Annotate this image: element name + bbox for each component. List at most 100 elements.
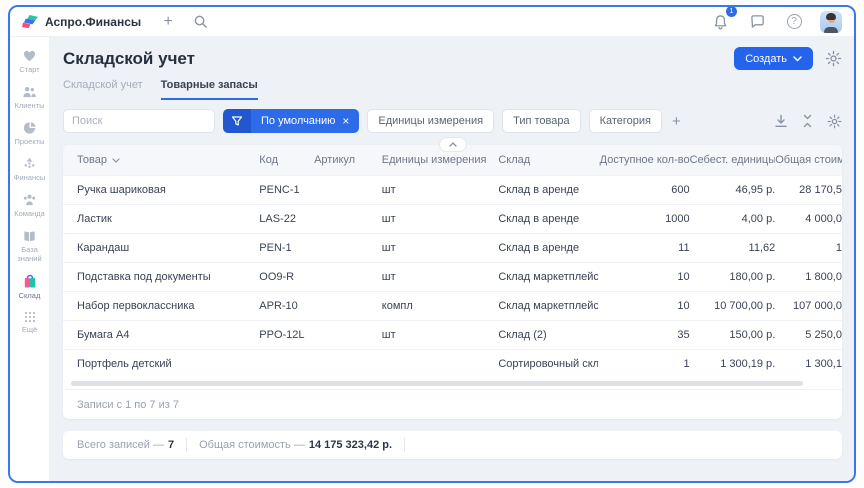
sidebar: Старт Клиенты Проекты [10, 37, 50, 481]
download-icon [774, 114, 788, 128]
column-header-article[interactable]: Артикул [314, 154, 382, 166]
collapse-rows-button[interactable] [801, 114, 814, 128]
total-records-label: Всего записей — [77, 439, 164, 451]
total-records-value: 7 [168, 439, 174, 451]
cell-unit-cost: 1 300,19 р. [690, 358, 776, 370]
cell-warehouse: Склад в аренде [498, 213, 598, 225]
sidebar-item-clients[interactable]: Клиенты [10, 85, 50, 110]
create-button[interactable]: Создать [734, 47, 813, 70]
app-logo[interactable]: Аспро.Финансы [22, 14, 141, 29]
cell-product: Ручка шариковая [63, 184, 259, 196]
sidebar-item-finance[interactable]: Финансы [10, 157, 50, 182]
table-row[interactable]: Набор первоклассника APR-10 компл Склад … [63, 291, 842, 320]
column-header-product[interactable]: Товар [63, 154, 259, 166]
cell-total: 4 000,0 [775, 213, 842, 225]
cell-qty: 1 [598, 358, 690, 370]
app-name: Аспро.Финансы [45, 15, 141, 29]
collapse-vertical-icon [801, 114, 814, 128]
messages-button[interactable] [746, 11, 768, 33]
user-avatar[interactable] [820, 11, 842, 33]
cell-qty: 10 [598, 300, 690, 312]
tab-inventory[interactable]: Товарные запасы [161, 79, 258, 100]
clients-icon [22, 85, 37, 99]
avatar-body [824, 27, 838, 33]
chevron-down-icon [793, 56, 802, 62]
help-button[interactable]: ? [783, 11, 805, 33]
cell-total: 1 300,1 [775, 358, 842, 370]
table-row[interactable]: Бумага А4 PPO-12L шт Склад (2) 35 150,00… [63, 320, 842, 349]
cell-unit-cost: 180,00 р. [690, 271, 776, 283]
help-icon: ? [787, 14, 802, 29]
cell-warehouse: Сортировочный скла [498, 358, 598, 370]
avatar-hair [826, 13, 836, 20]
column-header-unit-cost[interactable]: Себест. единицы [690, 154, 776, 166]
page-title: Складской учет [63, 49, 195, 69]
sidebar-item-label: Команда [14, 209, 45, 218]
add-button[interactable]: + [157, 11, 179, 33]
sidebar-item-team[interactable]: Команда [10, 193, 50, 218]
cell-unit-cost: 11,62 [690, 242, 776, 254]
column-header-available-qty[interactable]: Доступное кол-во [598, 154, 690, 166]
search-button[interactable] [189, 11, 211, 33]
notifications-button[interactable]: 1 [709, 11, 731, 33]
cell-code: PENC-1 [259, 184, 314, 196]
table-row[interactable]: Портфель детский Сортировочный скла 1 1 … [63, 349, 842, 378]
sidebar-item-label: Склад [19, 291, 41, 300]
filter-chip-close-icon[interactable]: × [342, 115, 349, 127]
aspro-logo-icon [22, 14, 39, 29]
default-filter-chip[interactable]: По умолчанию × [223, 109, 359, 133]
gear-icon [825, 50, 842, 67]
horizontal-scrollbar-thumb[interactable] [71, 381, 803, 386]
cell-unit: компл [382, 300, 499, 312]
filter-toolbar: По умолчанию × Единицы измерения Тип тов… [63, 109, 842, 133]
cell-warehouse: Склад маркетплейса [498, 271, 598, 283]
filter-category-button[interactable]: Категория [589, 109, 662, 133]
cell-code: PEN-1 [259, 242, 314, 254]
funnel-icon [231, 115, 243, 127]
filter-chip-label: По умолчанию [261, 115, 335, 127]
gear-icon [827, 114, 842, 129]
collapse-table-button[interactable] [439, 137, 467, 152]
plus-icon: + [163, 14, 172, 30]
cell-code: PPO-12L [259, 329, 314, 341]
sidebar-item-warehouse[interactable]: Склад [10, 274, 50, 300]
cell-unit: шт [382, 213, 499, 225]
bell-icon [713, 14, 728, 30]
sidebar-item-more[interactable]: Ещё [10, 311, 50, 334]
column-header-units[interactable]: Единицы измерения [382, 154, 499, 166]
app-window: Аспро.Финансы + 1 [8, 5, 856, 483]
column-header-code[interactable]: Код [259, 154, 314, 166]
cell-product: Бумага А4 [63, 329, 259, 341]
export-button[interactable] [774, 114, 788, 128]
sidebar-item-label: Клиенты [14, 101, 44, 110]
notification-badge: 1 [726, 6, 737, 17]
search-input[interactable] [63, 109, 215, 133]
add-filter-button[interactable]: + [670, 113, 683, 130]
warehouse-icon [22, 274, 38, 289]
cell-warehouse: Склад (2) [498, 329, 598, 341]
table-settings-button[interactable] [827, 114, 842, 129]
topbar: Аспро.Финансы + 1 [10, 7, 854, 37]
cell-unit-cost: 4,00 р. [690, 213, 776, 225]
sidebar-item-knowledge-base[interactable]: База знаний [10, 229, 50, 263]
page-settings-button[interactable] [825, 50, 842, 67]
table-row[interactable]: Ластик LAS-22 шт Склад в аренде 1000 4,0… [63, 204, 842, 233]
tab-warehouse-accounting[interactable]: Складской учет [63, 79, 143, 100]
cell-warehouse: Склад в аренде [498, 184, 598, 196]
knowledge-base-icon [22, 229, 37, 243]
sidebar-item-projects[interactable]: Проекты [10, 121, 50, 146]
chevron-up-icon [449, 142, 457, 147]
cell-product: Карандаш [63, 242, 259, 254]
column-header-total-cost[interactable]: Общая стоимость [775, 154, 842, 166]
divider [186, 438, 187, 452]
table-row[interactable]: Карандаш PEN-1 шт Склад в аренде 11 11,6… [63, 233, 842, 262]
table-row[interactable]: Подставка под документы OO9-R шт Склад м… [63, 262, 842, 291]
column-header-warehouse[interactable]: Склад [498, 154, 598, 166]
filter-units-button[interactable]: Единицы измерения [367, 109, 494, 133]
cell-unit-cost: 150,00 р. [690, 329, 776, 341]
filter-product-type-button[interactable]: Тип товара [502, 109, 581, 133]
table-row[interactable]: Ручка шариковая PENC-1 шт Склад в аренде… [63, 175, 842, 204]
finance-icon [22, 157, 37, 171]
sidebar-item-start[interactable]: Старт [10, 49, 50, 74]
cell-warehouse: Склад маркетплейса [498, 300, 598, 312]
